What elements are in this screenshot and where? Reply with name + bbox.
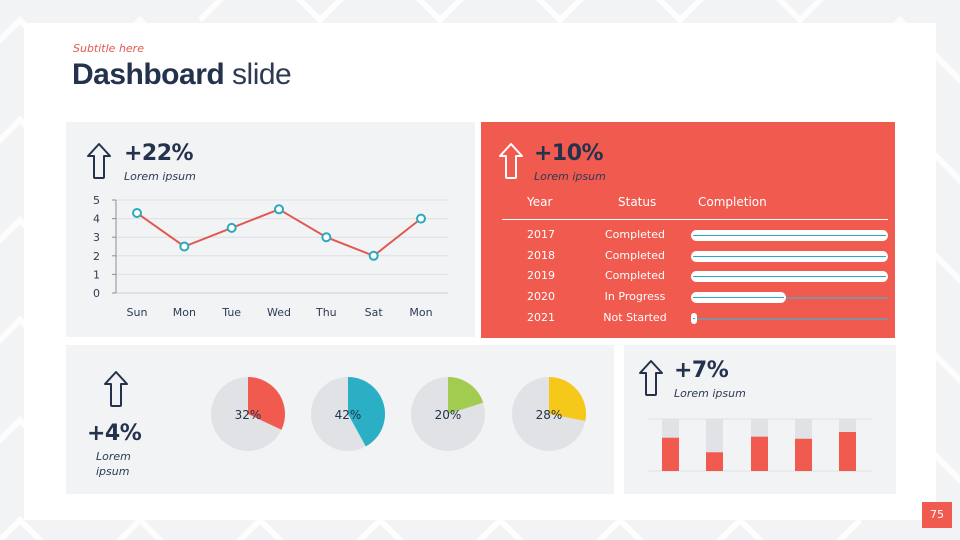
x-tick-label: Mon — [173, 306, 196, 319]
up-arrow-icon — [87, 143, 111, 179]
y-tick-label: 1 — [93, 268, 100, 281]
y-tick-label: 2 — [93, 250, 100, 263]
title-light: slide — [232, 58, 292, 91]
pie-label: 28% — [536, 408, 563, 422]
row-year: 2018 — [527, 249, 555, 262]
kpi-caption: Lorem ipsum — [674, 387, 746, 400]
table-row: 2020 In Progress — [481, 288, 895, 308]
table-row: 2021 Not Started — [481, 309, 895, 329]
bar — [662, 437, 679, 471]
row-status: Not Started — [603, 311, 667, 324]
progress-fill — [691, 230, 888, 241]
page-number: 75 — [922, 502, 952, 528]
data-point — [179, 241, 190, 252]
kpi-caption-line2: ipsum — [96, 465, 130, 478]
pie-label: 42% — [335, 408, 362, 422]
slide-title: Dashboard slide — [72, 58, 292, 92]
table-row: 2018 Completed — [481, 247, 895, 267]
row-status: In Progress — [604, 290, 666, 303]
data-point — [132, 208, 142, 219]
kpi-caption: Lorem ipsum — [534, 170, 606, 183]
slide-subtitle: Subtitle here — [73, 42, 144, 55]
table-row: 2017 Completed — [481, 226, 895, 246]
x-tick-label: Tue — [221, 306, 241, 319]
bar — [795, 438, 812, 471]
pie-label: 20% — [435, 408, 462, 422]
progress-track — [691, 318, 888, 320]
data-point — [274, 204, 284, 215]
bar — [751, 436, 768, 471]
x-tick-label: Thu — [315, 306, 337, 319]
progress-line — [693, 276, 886, 277]
row-year: 2019 — [527, 269, 555, 282]
kpi-caption-line1: Lorem — [96, 450, 131, 463]
bar — [706, 452, 723, 471]
x-tick-label: Sun — [127, 306, 148, 319]
x-tick-label: Wed — [267, 306, 291, 319]
progress-line — [693, 256, 886, 257]
y-tick-label: 3 — [93, 231, 100, 244]
data-point — [226, 222, 237, 233]
row-status: Completed — [605, 228, 665, 241]
kpi-value: +22% — [124, 141, 194, 166]
row-year: 2020 — [527, 290, 555, 303]
row-year: 2021 — [527, 311, 555, 324]
progress-fill — [691, 292, 786, 303]
pie-charts: 32% 42% 20% 28% — [211, 377, 586, 451]
column-header-completion: Completion — [698, 195, 767, 209]
y-tick-label: 4 — [93, 213, 100, 226]
table-header-divider — [502, 219, 888, 220]
up-arrow-icon — [104, 371, 128, 407]
progress-fill — [691, 271, 888, 282]
up-arrow-icon — [499, 143, 523, 179]
column-header-status: Status — [618, 195, 657, 209]
line-chart: 0 1 2 3 4 5 Sun Mon Tue Wed Thu Sat Mon — [93, 194, 448, 319]
kpi-value: +7% — [674, 358, 729, 383]
bar-chart — [648, 418, 872, 472]
kpi-value: +4% — [87, 421, 142, 446]
up-arrow-icon — [639, 360, 663, 396]
row-status: Completed — [605, 249, 665, 262]
data-point — [416, 213, 426, 224]
row-status: Completed — [605, 269, 665, 282]
y-tick-label: 5 — [93, 194, 100, 207]
data-point — [321, 232, 332, 243]
y-tick-label: 0 — [93, 287, 100, 300]
pie-label: 32% — [235, 408, 262, 422]
bar — [839, 432, 856, 471]
progress-line — [693, 235, 886, 236]
progress-fill — [691, 313, 697, 324]
data-point — [368, 250, 379, 261]
x-tick-label: Mon — [409, 306, 432, 319]
kpi-value: +10% — [534, 141, 604, 166]
progress-line — [693, 297, 784, 298]
column-header-year: Year — [527, 195, 553, 209]
line-series — [136, 208, 422, 257]
progress-line — [693, 318, 695, 319]
table-row: 2019 Completed — [481, 267, 895, 287]
progress-fill — [691, 251, 888, 262]
row-year: 2017 — [527, 228, 555, 241]
kpi-caption: Lorem ipsum — [124, 170, 196, 183]
x-tick-label: Sat — [365, 306, 384, 319]
title-bold: Dashboard — [72, 58, 225, 91]
